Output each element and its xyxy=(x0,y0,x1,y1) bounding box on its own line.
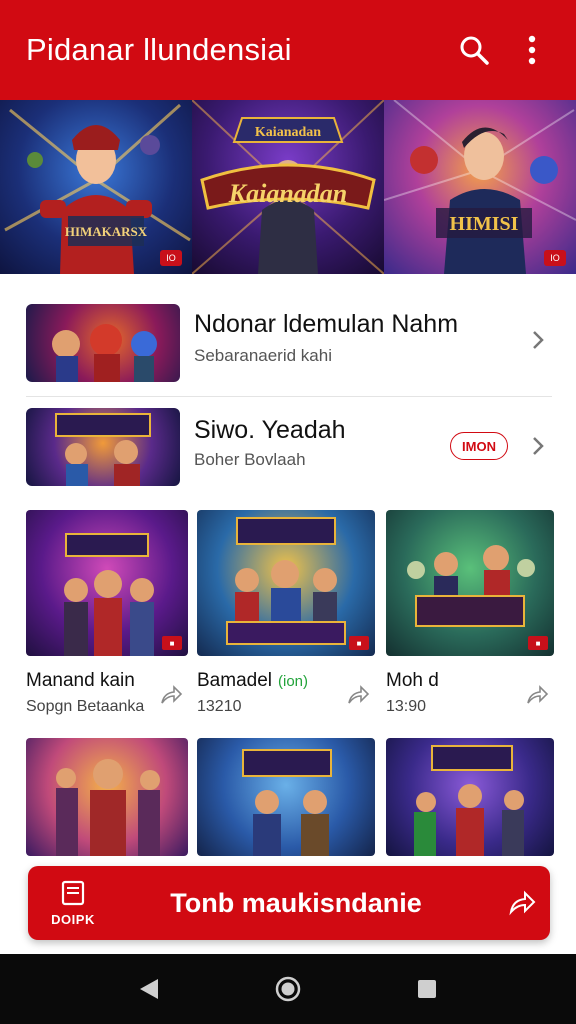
list-item-title: Ndonar ldemulan Nahm xyxy=(194,310,459,338)
list-item[interactable]: Ndonar ldemulan Nahm Sebaranaerid kahi xyxy=(6,290,570,382)
book-icon xyxy=(61,880,85,905)
list-thumbnail xyxy=(26,304,180,382)
card-badge-icon: ■ xyxy=(349,636,369,650)
home-icon[interactable] xyxy=(266,967,310,1011)
game-card[interactable]: ■ Manand kain Sopgn Betaanka xyxy=(26,510,188,716)
hero-badge: IO xyxy=(544,250,566,266)
game-card[interactable]: ■ Moh d 13:90 xyxy=(386,510,554,716)
status-badge: IMON xyxy=(450,432,508,460)
app-title: Pidanar llundensiai xyxy=(26,32,292,67)
cta-label: Tonb maukisndanie xyxy=(170,887,422,918)
hero-tile-logo[interactable]: Kaianadan Kaianadan xyxy=(192,100,384,274)
system-nav-bar xyxy=(0,954,576,1024)
hero-logo-art: Kaianadan Kaianadan xyxy=(192,100,384,274)
hero-tile-hero[interactable]: HIMISI IO xyxy=(384,100,576,274)
hero-warrior-art: HIMAKARSX xyxy=(4,103,191,274)
game-card[interactable] xyxy=(386,738,554,856)
back-icon[interactable] xyxy=(127,967,171,1011)
app-bar: Pidanar llundensiai xyxy=(0,0,576,100)
cta-left-section[interactable]: DOIPK xyxy=(28,880,118,927)
list-item[interactable]: Siwo. Yeadah Boher Bovlaah IMON xyxy=(6,394,570,486)
card-badge-icon: ■ xyxy=(528,636,548,650)
card-image: ■ xyxy=(197,510,375,656)
hero-tile-warrior[interactable]: HIMAKARSX IO xyxy=(0,100,192,274)
hero-hero-art-text: HIMISI xyxy=(450,213,519,235)
game-card[interactable] xyxy=(26,738,188,856)
card-badge-icon: ■ xyxy=(162,636,182,650)
share-icon[interactable] xyxy=(524,682,550,708)
hero-hero-art: HIMISI xyxy=(384,100,576,274)
recents-icon[interactable] xyxy=(405,967,449,1011)
list-thumbnail xyxy=(26,408,180,486)
list-item-subtitle: Sebaranaerid kahi xyxy=(194,346,332,365)
hero-badge: IO xyxy=(160,250,182,266)
share-icon[interactable] xyxy=(494,890,550,916)
content-panel: Ndonar ldemulan Nahm Sebaranaerid kahi S… xyxy=(6,274,570,954)
primary-cta-button[interactable]: DOIPK Tonb maukisndanie xyxy=(28,866,550,940)
list-item-subtitle: Boher Bovlaah xyxy=(194,450,306,469)
chevron-right-icon[interactable] xyxy=(524,326,552,354)
hero-banner-strip: HIMAKARSX IO Kaianadan Kaianadan HIMISI … xyxy=(0,100,576,274)
more-vert-icon[interactable] xyxy=(510,28,554,72)
card-image: ■ xyxy=(26,510,188,656)
game-card[interactable] xyxy=(197,738,375,856)
hero-logo-art-title: Kaianadan xyxy=(255,125,321,140)
share-icon[interactable] xyxy=(345,682,371,708)
chevron-right-icon[interactable] xyxy=(524,432,552,460)
card-image xyxy=(26,738,188,856)
game-card[interactable]: ■ Bamadel (ion) 13210 xyxy=(197,510,375,716)
card-image: ■ xyxy=(386,510,554,656)
hero-logo-art-text: Kaianadan xyxy=(228,179,348,208)
cta-left-label: DOIPK xyxy=(51,911,95,927)
hero-warrior-art-text: HIMAKARSX xyxy=(65,224,148,239)
search-icon[interactable] xyxy=(452,28,496,72)
card-image xyxy=(197,738,375,856)
card-image xyxy=(386,738,554,856)
share-icon[interactable] xyxy=(158,682,184,708)
list-item-title: Siwo. Yeadah xyxy=(194,416,346,444)
card-tag: (ion) xyxy=(278,673,309,690)
